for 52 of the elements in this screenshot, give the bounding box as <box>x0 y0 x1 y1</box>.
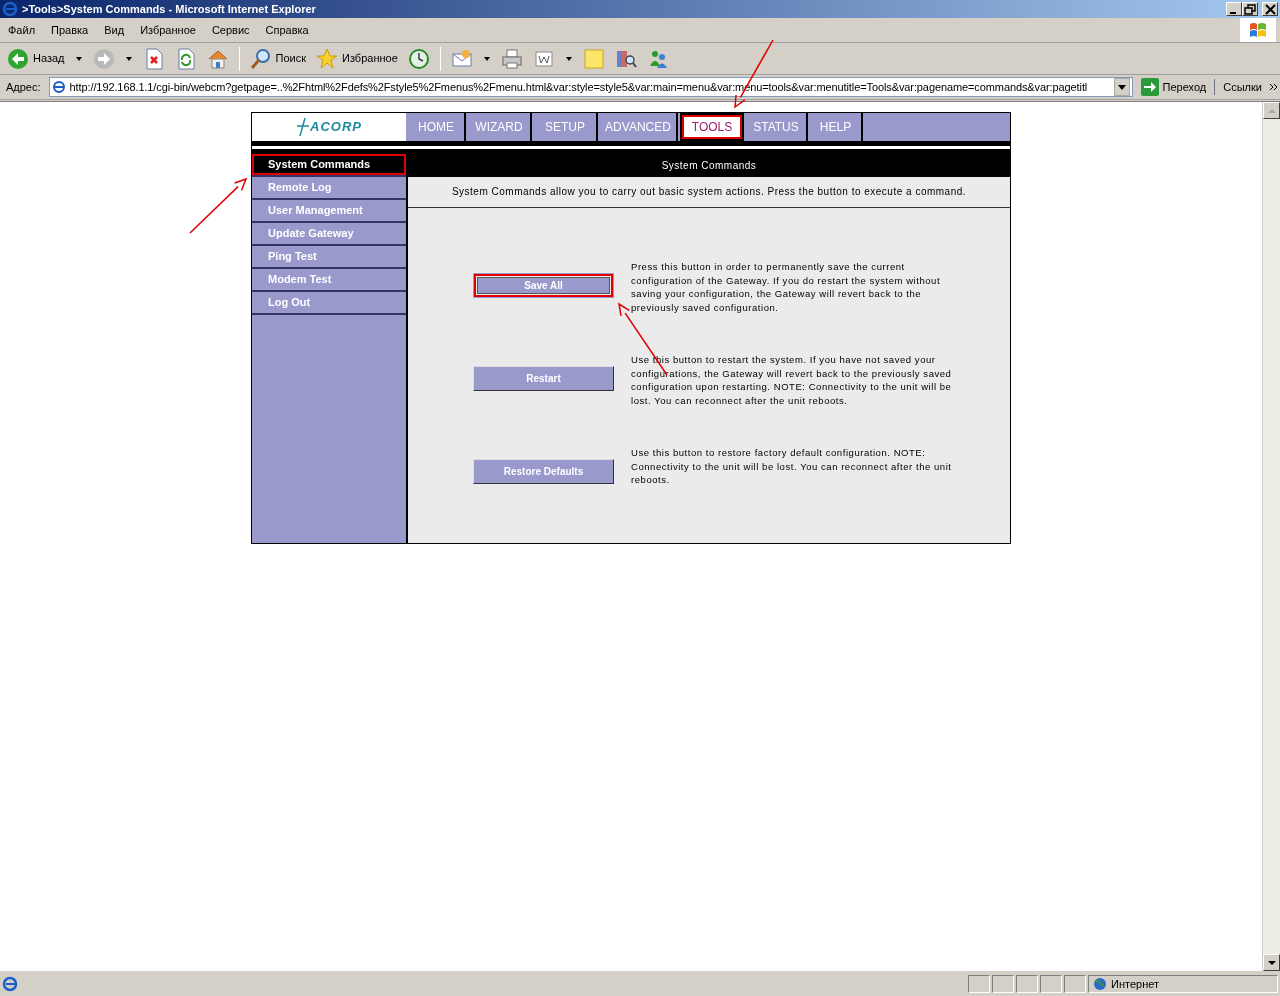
menu-item[interactable]: Избранное <box>132 21 204 39</box>
back-icon <box>7 47 29 70</box>
close-icon[interactable] <box>1263 2 1277 16</box>
printer-icon <box>500 47 523 70</box>
browser-icon <box>2 1 18 17</box>
command-button[interactable]: Restart <box>473 366 614 391</box>
dropdown-caret-icon[interactable] <box>75 56 82 61</box>
section-title: System Commands <box>408 154 1010 177</box>
menu-item[interactable]: Вид <box>96 21 133 39</box>
dropdown-button[interactable] <box>1113 78 1130 96</box>
globe-icon <box>1093 977 1107 991</box>
scrollbar[interactable] <box>1262 102 1280 971</box>
page-icon <box>2 976 18 992</box>
command-button[interactable]: Save All <box>473 273 614 298</box>
address-label: Адрес: <box>5 79 42 95</box>
status-pane <box>1016 975 1038 993</box>
restore-icon[interactable] <box>1243 2 1257 16</box>
caret-icon <box>1117 84 1126 90</box>
command-button[interactable]: Restore Defaults <box>473 459 614 484</box>
status-pane <box>968 975 990 993</box>
page-icon <box>51 80 66 94</box>
links-button[interactable]: Ссылки <box>1223 78 1262 96</box>
chevron-icon[interactable] <box>1270 83 1278 91</box>
zone-label: Интернет <box>1111 976 1159 992</box>
search-icon <box>249 47 272 70</box>
dropdown-caret-icon[interactable] <box>483 56 490 61</box>
command-description: Press this button in order to permanently save the current configuration of the Gateway. If you do restart the system without saving your configuration, the Gateway will revert back to the previously saved configuration. <box>631 260 942 314</box>
nav-tab[interactable]: TOOLS <box>680 113 744 141</box>
clock-icon <box>407 47 430 70</box>
status-pane <box>1064 975 1086 993</box>
back-button[interactable]: Назад <box>4 47 68 70</box>
search-button[interactable]: Поиск <box>246 47 309 70</box>
note-icon <box>582 47 605 70</box>
menu-item[interactable]: Сервис <box>203 21 258 39</box>
forward-icon <box>92 47 115 70</box>
sidebar-item[interactable]: System Commands <box>252 154 406 177</box>
go-button[interactable]: Переход <box>1136 78 1211 96</box>
logo: ACORP <box>252 113 406 141</box>
favorites-button[interactable]: Избранное <box>313 47 401 70</box>
dropdown-caret-icon[interactable] <box>125 56 132 61</box>
arrow-annotation <box>189 177 248 234</box>
dropdown-caret-icon[interactable] <box>565 56 572 61</box>
status-pane <box>1040 975 1062 993</box>
menu-item[interactable]: Справка <box>257 21 317 39</box>
window-title: >Tools>System Commands - Microsoft Internet Explorer <box>22 1 317 17</box>
status-pane <box>992 975 1014 993</box>
description-text: System Commands allow you to carry out basic system actions. Press the button to execute a command. <box>408 177 1010 208</box>
menu-item[interactable]: Файл <box>0 21 44 39</box>
windows-logo-icon <box>1248 20 1268 40</box>
envelope-icon <box>450 47 473 70</box>
command-description: Use this button to restore factory default configuration. NOTE: Connectivity to the unit will be lost. You can reconnect after the unit reboots. <box>631 446 953 487</box>
menu-item[interactable]: Правка <box>43 21 97 39</box>
